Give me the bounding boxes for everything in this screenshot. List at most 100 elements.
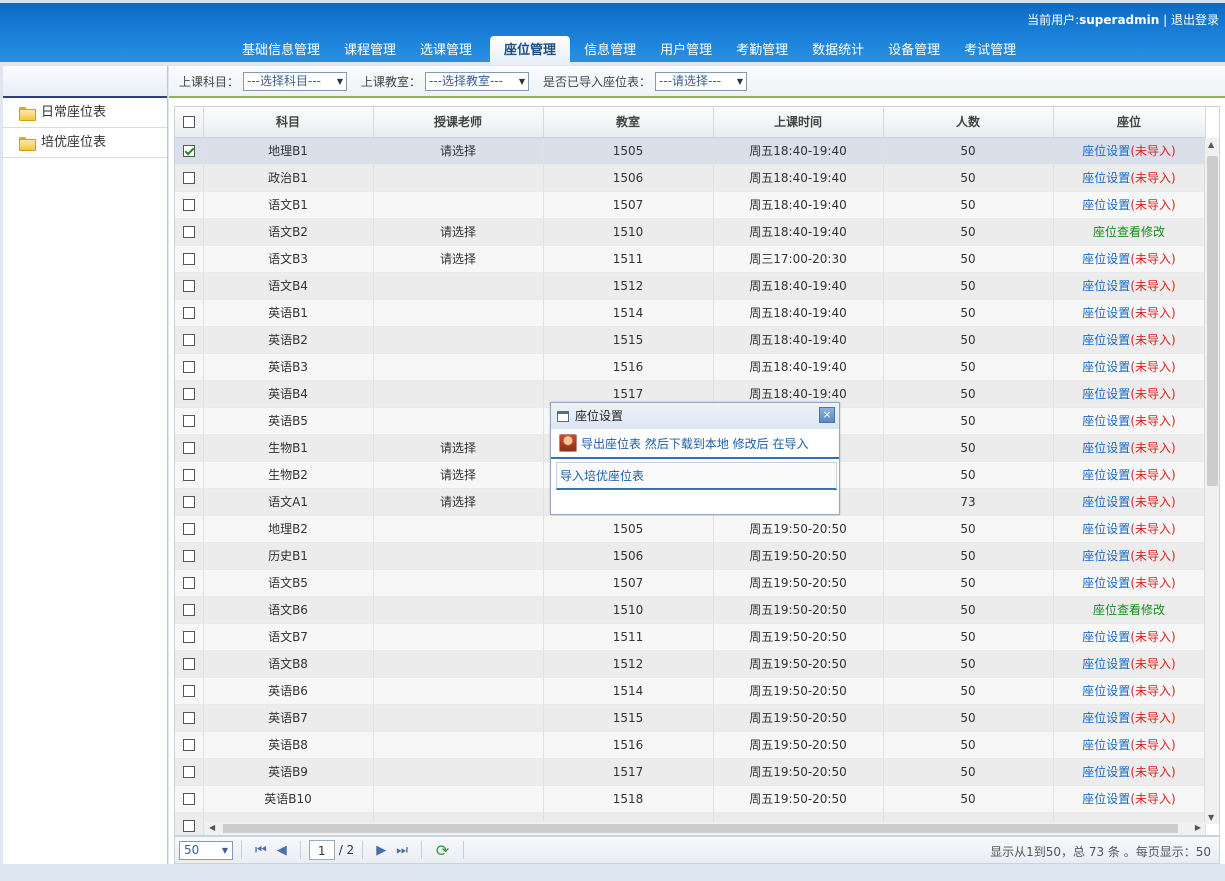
seat-settings-link[interactable]: 座位设置 bbox=[1082, 738, 1130, 752]
logout-link[interactable]: 退出登录 bbox=[1171, 13, 1219, 27]
seat-settings-link[interactable]: 座位设置 bbox=[1082, 792, 1130, 806]
row-checkbox-cell[interactable] bbox=[175, 245, 204, 273]
row-checkbox-cell[interactable] bbox=[175, 596, 204, 624]
nav-tab[interactable]: 数据统计 bbox=[802, 36, 874, 65]
row-checkbox-cell[interactable] bbox=[175, 542, 204, 570]
seat-settings-link[interactable]: 座位设置 bbox=[1082, 576, 1130, 590]
table-row[interactable]: 语文B6 1510 周五19:50-20:50 50 座位查看修改 bbox=[175, 596, 1206, 624]
row-checkbox-cell[interactable] bbox=[175, 677, 204, 705]
seat-settings-link[interactable]: 座位设置 bbox=[1082, 306, 1130, 320]
sidebar-item-daily-seating[interactable]: 日常座位表 bbox=[3, 98, 167, 128]
row-checkbox[interactable] bbox=[182, 550, 195, 562]
row-checkbox[interactable] bbox=[182, 334, 195, 346]
row-checkbox[interactable] bbox=[182, 469, 195, 481]
table-row[interactable]: 英语B2 1515 周五18:40-19:40 50 座位设置(未导入) bbox=[175, 326, 1206, 354]
prev-page-icon[interactable]: ◀ bbox=[277, 843, 287, 858]
column-header-teacher[interactable]: 授课老师 bbox=[373, 107, 544, 138]
seat-settings-link[interactable]: 座位设置 bbox=[1082, 765, 1130, 779]
seat-view-edit-link[interactable]: 座位查看修改 bbox=[1093, 225, 1165, 239]
row-checkbox-cell[interactable] bbox=[175, 461, 204, 489]
subject-select[interactable]: ---选择科目--- ▼ bbox=[243, 71, 348, 91]
nav-tab[interactable]: 基础信息管理 bbox=[232, 36, 330, 65]
row-checkbox[interactable] bbox=[182, 361, 195, 373]
row-checkbox[interactable] bbox=[182, 145, 195, 157]
table-row[interactable]: 语文B5 1507 周五19:50-20:50 50 座位设置(未导入) bbox=[175, 569, 1206, 597]
export-seating-button[interactable]: 导出座位表 然后下载到本地 修改后 在导入 bbox=[551, 429, 839, 459]
row-checkbox-cell[interactable] bbox=[175, 434, 204, 462]
row-checkbox-cell[interactable] bbox=[175, 191, 204, 219]
seat-settings-link[interactable]: 座位设置 bbox=[1082, 630, 1130, 644]
row-checkbox-cell[interactable] bbox=[175, 515, 204, 543]
row-checkbox-cell[interactable] bbox=[175, 704, 204, 732]
row-checkbox[interactable] bbox=[182, 496, 195, 508]
row-checkbox[interactable] bbox=[182, 766, 195, 778]
seat-settings-link[interactable]: 座位设置 bbox=[1082, 144, 1130, 158]
table-row[interactable]: 地理B1 请选择 1505 周五18:40-19:40 50 座位设置(未导入) bbox=[175, 137, 1206, 165]
room-select[interactable]: ---选择教室--- ▼ bbox=[425, 71, 530, 91]
row-checkbox[interactable] bbox=[182, 685, 195, 697]
seat-settings-link[interactable]: 座位设置 bbox=[1082, 684, 1130, 698]
row-checkbox-cell[interactable] bbox=[175, 623, 204, 651]
column-header-room[interactable]: 教室 bbox=[543, 107, 714, 138]
horizontal-scrollbar[interactable]: ◀ ▶ bbox=[205, 822, 1205, 835]
scroll-left-icon[interactable]: ◀ bbox=[209, 823, 215, 832]
table-row[interactable]: 英语B6 1514 周五19:50-20:50 50 座位设置(未导入) bbox=[175, 677, 1206, 705]
row-checkbox[interactable] bbox=[182, 280, 195, 292]
row-checkbox[interactable] bbox=[182, 658, 195, 670]
seat-settings-link[interactable]: 座位设置 bbox=[1082, 387, 1130, 401]
last-page-icon[interactable]: ⏭ bbox=[396, 843, 408, 858]
row-checkbox[interactable] bbox=[182, 739, 195, 751]
row-checkbox-cell[interactable] bbox=[175, 353, 204, 381]
row-checkbox[interactable] bbox=[182, 604, 195, 616]
row-checkbox-cell[interactable] bbox=[175, 785, 204, 813]
table-row[interactable]: 历史B1 1506 周五19:50-20:50 50 座位设置(未导入) bbox=[175, 542, 1206, 570]
row-checkbox-cell[interactable] bbox=[175, 812, 204, 835]
row-checkbox-cell[interactable] bbox=[175, 380, 204, 408]
column-header-time[interactable]: 上课时间 bbox=[713, 107, 884, 138]
seat-settings-link[interactable]: 座位设置 bbox=[1082, 549, 1130, 563]
scrollbar-thumb[interactable] bbox=[223, 824, 1178, 833]
vertical-scrollbar[interactable]: ▲ ▼ bbox=[1204, 138, 1219, 824]
row-checkbox[interactable] bbox=[182, 253, 195, 265]
row-checkbox-cell[interactable] bbox=[175, 326, 204, 354]
nav-tab[interactable]: 座位管理 bbox=[490, 36, 571, 65]
scroll-down-icon[interactable]: ▼ bbox=[1208, 813, 1214, 822]
select-all-header[interactable] bbox=[175, 107, 204, 138]
table-row[interactable]: 英语B1 1514 周五18:40-19:40 50 座位设置(未导入) bbox=[175, 299, 1206, 327]
table-row[interactable]: 语文B7 1511 周五19:50-20:50 50 座位设置(未导入) bbox=[175, 623, 1206, 651]
nav-tab[interactable]: 信息管理 bbox=[574, 36, 646, 65]
refresh-icon[interactable]: ⟳ bbox=[436, 841, 449, 860]
seat-settings-link[interactable]: 座位设置 bbox=[1082, 279, 1130, 293]
table-row[interactable]: 语文B2 请选择 1510 周五18:40-19:40 50 座位查看修改 bbox=[175, 218, 1206, 246]
row-checkbox[interactable] bbox=[182, 523, 195, 535]
seat-settings-link[interactable]: 座位设置 bbox=[1082, 495, 1130, 509]
row-checkbox-cell[interactable] bbox=[175, 488, 204, 516]
seat-settings-link[interactable]: 座位设置 bbox=[1082, 522, 1130, 536]
row-checkbox-cell[interactable] bbox=[175, 137, 204, 165]
row-checkbox[interactable] bbox=[182, 199, 195, 211]
column-header-subject[interactable]: 科目 bbox=[203, 107, 374, 138]
row-checkbox[interactable] bbox=[182, 226, 195, 238]
column-header-seat[interactable]: 座位 bbox=[1053, 107, 1206, 138]
seat-settings-link[interactable]: 座位设置 bbox=[1082, 171, 1130, 185]
imported-select[interactable]: ---请选择--- ▼ bbox=[655, 71, 748, 91]
table-row[interactable]: 英语B7 1515 周五19:50-20:50 50 座位设置(未导入) bbox=[175, 704, 1206, 732]
row-checkbox-cell[interactable] bbox=[175, 407, 204, 435]
nav-tab[interactable]: 设备管理 bbox=[878, 36, 950, 65]
row-checkbox-cell[interactable] bbox=[175, 569, 204, 597]
nav-tab[interactable]: 考试管理 bbox=[954, 36, 1026, 65]
table-row[interactable]: 英语B9 1517 周五19:50-20:50 50 座位设置(未导入) bbox=[175, 758, 1206, 786]
row-checkbox[interactable] bbox=[182, 820, 195, 832]
row-checkbox-cell[interactable] bbox=[175, 164, 204, 192]
table-row[interactable]: 英语B10 1518 周五19:50-20:50 50 座位设置(未导入) bbox=[175, 785, 1206, 813]
seat-settings-link[interactable]: 座位设置 bbox=[1082, 333, 1130, 347]
scroll-right-icon[interactable]: ▶ bbox=[1195, 823, 1201, 832]
row-checkbox-cell[interactable] bbox=[175, 758, 204, 786]
table-row[interactable]: 语文B4 1512 周五18:40-19:40 50 座位设置(未导入) bbox=[175, 272, 1206, 300]
row-checkbox[interactable] bbox=[182, 442, 195, 454]
row-checkbox[interactable] bbox=[182, 172, 195, 184]
nav-tab[interactable]: 用户管理 bbox=[650, 36, 722, 65]
row-checkbox[interactable] bbox=[182, 388, 195, 400]
seat-settings-link[interactable]: 座位设置 bbox=[1082, 711, 1130, 725]
row-checkbox-cell[interactable] bbox=[175, 650, 204, 678]
